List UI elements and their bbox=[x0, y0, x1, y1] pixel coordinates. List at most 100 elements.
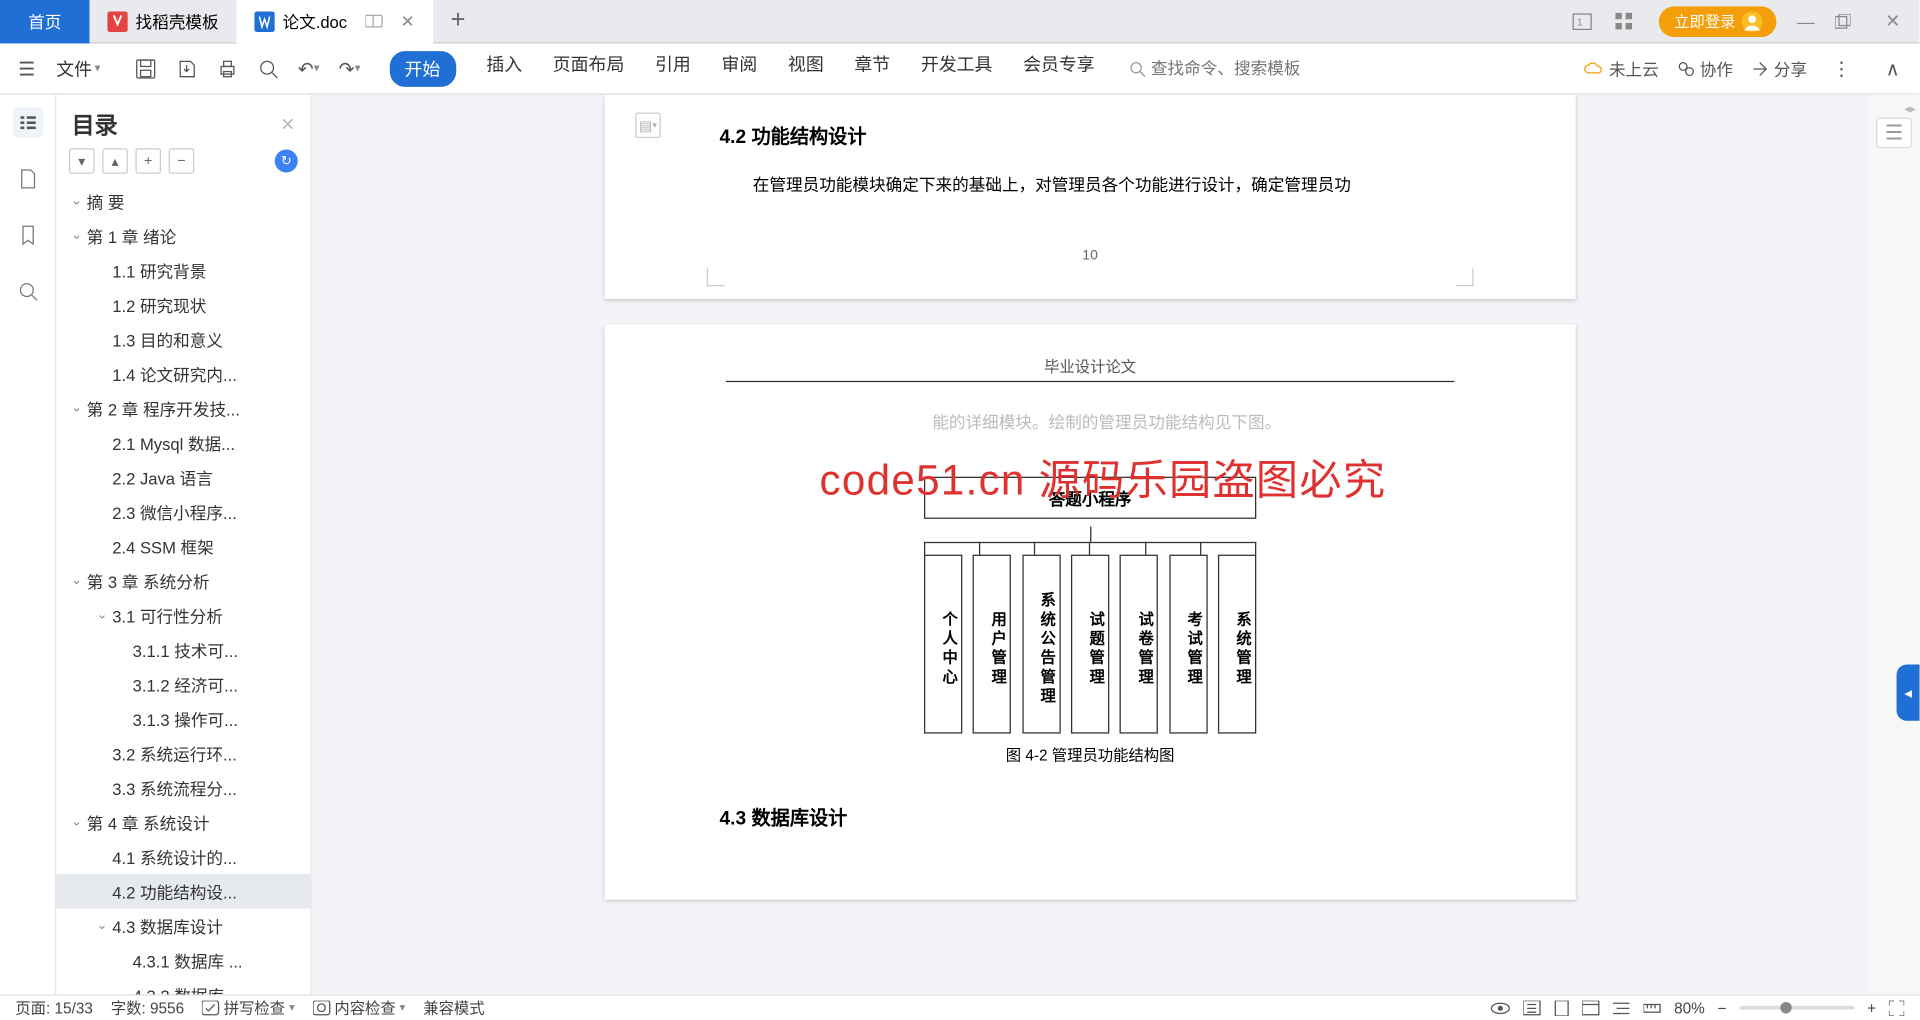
share-button[interactable]: 分享 bbox=[1751, 56, 1807, 80]
zoom-in-icon[interactable]: + bbox=[1867, 999, 1876, 1017]
page-indicator[interactable]: 页面: 15/33 bbox=[15, 997, 93, 1019]
tab-template[interactable]: 找稻壳模板 bbox=[89, 0, 236, 43]
toc-item[interactable]: ⌄摘 要 bbox=[56, 184, 310, 219]
toc-item[interactable]: 1.2 研究现状 bbox=[56, 288, 310, 323]
toc-item[interactable]: 2.3 微信小程序... bbox=[56, 495, 310, 530]
zoom-slider[interactable] bbox=[1739, 1006, 1854, 1010]
page-header-icon[interactable]: ▤▾ bbox=[635, 112, 661, 138]
expand-all-icon[interactable]: ▴ bbox=[102, 148, 128, 174]
toc-item[interactable]: 2.4 SSM 框架 bbox=[56, 529, 310, 564]
chevron-down-icon[interactable]: ⌄ bbox=[66, 194, 86, 208]
zoom-out-icon[interactable]: − bbox=[1718, 999, 1727, 1017]
toc-item[interactable]: 3.1.3 操作可... bbox=[56, 702, 310, 737]
view-read-icon[interactable] bbox=[1523, 1000, 1541, 1015]
navigator-icon[interactable]: ☰ bbox=[1876, 118, 1912, 149]
export-icon[interactable] bbox=[169, 52, 202, 85]
chevron-down-icon[interactable]: ⌄ bbox=[92, 608, 112, 622]
remove-heading-icon[interactable]: − bbox=[169, 148, 195, 174]
fullscreen-icon[interactable] bbox=[1889, 1000, 1904, 1015]
toc-item[interactable]: 1.1 研究背景 bbox=[56, 253, 310, 288]
toc-item[interactable]: 4.3.2 数据库... bbox=[56, 978, 310, 995]
menu-insert[interactable]: 插入 bbox=[486, 50, 522, 86]
menu-icon[interactable]: ☰ bbox=[10, 52, 43, 85]
close-window-icon[interactable]: ✕ bbox=[1879, 10, 1907, 32]
redo-icon[interactable]: ↷▾ bbox=[333, 52, 366, 85]
spellcheck-toggle[interactable]: 拼写检查 ▾ bbox=[202, 997, 295, 1019]
ribbon-icon[interactable]: 1 bbox=[1572, 12, 1600, 30]
toc-item[interactable]: 3.1.2 经济可... bbox=[56, 667, 310, 702]
toc-label: 第 4 章 系统设计 bbox=[87, 810, 210, 834]
close-icon[interactable]: ✕ bbox=[401, 11, 415, 31]
screen-layout-icon[interactable] bbox=[365, 13, 383, 28]
menu-dev[interactable]: 开发工具 bbox=[921, 50, 993, 86]
chevron-down-icon[interactable]: ⌄ bbox=[66, 229, 86, 243]
more-icon[interactable]: ⋮ bbox=[1825, 52, 1858, 85]
toc-item[interactable]: 4.2 功能结构设... bbox=[56, 874, 310, 909]
zoom-label[interactable]: 80% bbox=[1674, 999, 1705, 1017]
tab-document[interactable]: 论文.doc ✕ bbox=[236, 0, 432, 43]
collab-button[interactable]: 协作 bbox=[1677, 56, 1733, 80]
toc-item[interactable]: 4.3.1 数据库 ... bbox=[56, 943, 310, 978]
menu-view[interactable]: 视图 bbox=[788, 50, 824, 86]
word-count[interactable]: 字数: 9556 bbox=[111, 997, 184, 1019]
menu-vip[interactable]: 会员专享 bbox=[1023, 50, 1095, 86]
page-number: 10 bbox=[720, 248, 1461, 263]
preview-icon[interactable] bbox=[251, 52, 284, 85]
file-menu[interactable]: 文件▾ bbox=[51, 56, 105, 82]
search-input[interactable] bbox=[1151, 59, 1330, 78]
add-heading-icon[interactable]: + bbox=[135, 148, 161, 174]
sidebar-close-icon[interactable]: ✕ bbox=[280, 113, 295, 135]
toc-item[interactable]: ⌄第 4 章 系统设计 bbox=[56, 805, 310, 840]
menu-start[interactable]: 开始 bbox=[389, 50, 455, 86]
menu-chapter[interactable]: 章节 bbox=[854, 50, 890, 86]
view-web-icon[interactable] bbox=[1582, 1000, 1600, 1015]
toc-item[interactable]: ⌄4.3 数据库设计 bbox=[56, 909, 310, 944]
toc-item[interactable]: ⌄第 1 章 绪论 bbox=[56, 219, 310, 254]
content-check[interactable]: 内容检查 ▾ bbox=[313, 997, 406, 1019]
undo-icon[interactable]: ↶▾ bbox=[292, 52, 325, 85]
toc-item[interactable]: 3.2 系统运行环... bbox=[56, 736, 310, 771]
toc-item[interactable]: ⌄3.1 可行性分析 bbox=[56, 598, 310, 633]
menu-layout[interactable]: 页面布局 bbox=[553, 50, 625, 86]
print-icon[interactable] bbox=[210, 52, 243, 85]
toc-item[interactable]: 3.1.1 技术可... bbox=[56, 633, 310, 668]
outline-rail-icon[interactable] bbox=[12, 107, 43, 138]
chevron-down-icon[interactable]: ⌄ bbox=[66, 574, 86, 588]
toc-item[interactable]: 1.4 论文研究内... bbox=[56, 357, 310, 392]
maximize-icon[interactable] bbox=[1835, 13, 1863, 28]
toc-item[interactable]: ⌄第 2 章 程序开发技... bbox=[56, 391, 310, 426]
document-area[interactable]: ▤▾ 4.2 功能结构设计 在管理员功能模块确定下来的基础上，对管理员各个功能进… bbox=[312, 95, 1869, 995]
menu-reference[interactable]: 引用 bbox=[655, 50, 691, 86]
chevron-down-icon[interactable]: ⌄ bbox=[66, 815, 86, 829]
new-tab-button[interactable]: + bbox=[433, 0, 484, 43]
ruler-icon[interactable] bbox=[1643, 1000, 1661, 1015]
view-eye-icon[interactable] bbox=[1490, 1000, 1510, 1015]
tab-home[interactable]: 首页 bbox=[0, 0, 89, 43]
view-outline-icon[interactable] bbox=[1613, 1000, 1631, 1015]
chevron-down-icon[interactable]: ⌄ bbox=[92, 919, 112, 933]
apps-icon[interactable] bbox=[1615, 12, 1643, 30]
minimize-icon[interactable]: — bbox=[1792, 11, 1820, 31]
view-page-icon[interactable] bbox=[1554, 1000, 1569, 1015]
command-search[interactable] bbox=[1128, 59, 1330, 78]
mini-arrow-icon[interactable]: ◂▸ bbox=[1904, 102, 1914, 112]
toc-item[interactable]: 2.2 Java 语言 bbox=[56, 460, 310, 495]
toc-item[interactable]: ⌄第 3 章 系统分析 bbox=[56, 564, 310, 599]
collapse-all-icon[interactable]: ▾ bbox=[69, 148, 95, 174]
bookmark-rail-icon[interactable] bbox=[12, 164, 43, 195]
toc-label: 2.4 SSM 框架 bbox=[112, 534, 214, 558]
login-button[interactable]: 立即登录 bbox=[1659, 6, 1777, 37]
menu-review[interactable]: 审阅 bbox=[721, 50, 757, 86]
favorite-rail-icon[interactable] bbox=[12, 220, 43, 251]
save-icon[interactable] bbox=[128, 52, 161, 85]
refresh-toc-icon[interactable]: ↻ bbox=[275, 150, 298, 173]
toc-item[interactable]: 1.3 目的和意义 bbox=[56, 322, 310, 357]
side-handle[interactable]: ◂ bbox=[1897, 665, 1920, 721]
collapse-icon[interactable]: ∧ bbox=[1876, 52, 1909, 85]
chevron-down-icon[interactable]: ⌄ bbox=[66, 401, 86, 415]
toc-item[interactable]: 2.1 Mysql 数据... bbox=[56, 426, 310, 461]
toc-item[interactable]: 3.3 系统流程分... bbox=[56, 771, 310, 806]
toc-item[interactable]: 4.1 系统设计的... bbox=[56, 840, 310, 875]
cloud-status[interactable]: 未上云 bbox=[1583, 56, 1658, 80]
search-rail-icon[interactable] bbox=[12, 276, 43, 307]
